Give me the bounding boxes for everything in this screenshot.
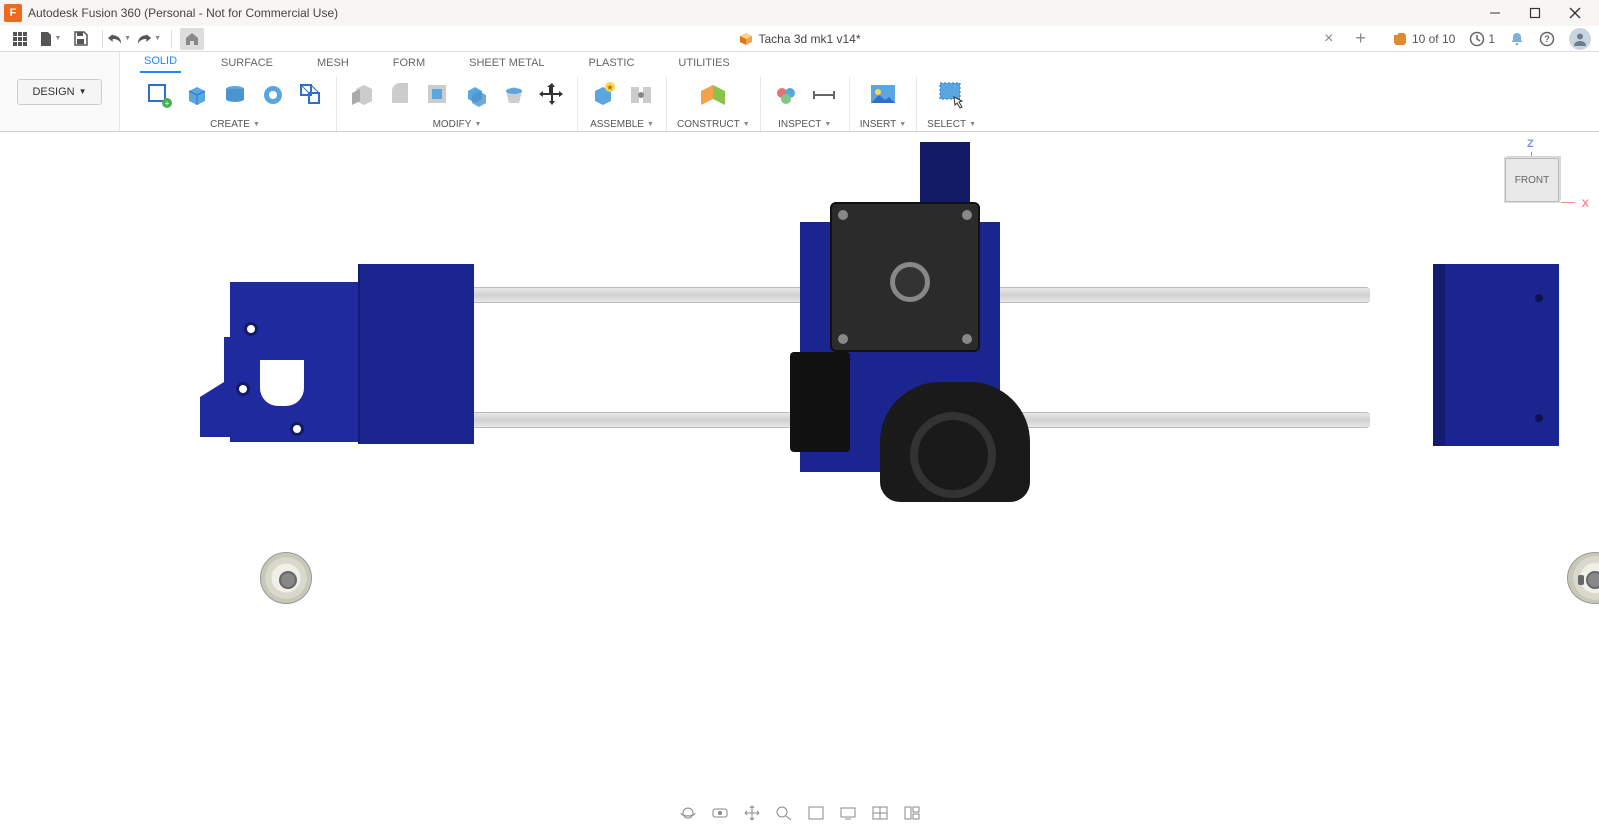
redo-button[interactable]: ▼ [137,27,161,51]
display-settings-icon[interactable] [837,803,859,823]
app-title: Autodesk Fusion 360 (Personal - Not for … [28,6,338,20]
fit-icon[interactable] [805,803,827,823]
tab-surface[interactable]: SURFACE [217,54,277,73]
document-tab[interactable]: Tacha 3d mk1 v14* [738,32,860,46]
quick-access-toolbar: ▼ ▼ ▼ Tacha 3d mk1 v14* × + 10 of 10 1 ? [0,26,1599,52]
job-status-button[interactable]: 1 [1469,31,1495,47]
window-minimize-button[interactable] [1475,0,1515,26]
window-maximize-button[interactable] [1515,0,1555,26]
group-assemble: ★ ASSEMBLE▼ [578,77,667,131]
group-create: + CREATE▼ [134,77,337,131]
construct-plane-icon[interactable] [696,78,730,112]
tab-solid[interactable]: SOLID [140,52,181,73]
undo-button[interactable]: ▼ [107,27,131,51]
help-button[interactable]: ? [1539,31,1555,47]
tab-sheet-metal[interactable]: SHEET METAL [465,54,548,73]
workspace-switcher[interactable]: DESIGN▼ [17,79,101,105]
ribbon-tabs: SOLID SURFACE MESH FORM SHEET METAL PLAS… [120,52,1599,73]
navigation-bar [677,803,923,823]
app-icon: F [4,4,22,22]
new-tab-button[interactable]: + [1355,28,1366,49]
tab-form[interactable]: FORM [389,54,429,73]
group-inspect: INSPECT▼ [761,77,850,131]
grid-settings-icon[interactable] [869,803,891,823]
presspull-icon[interactable] [347,80,377,110]
tab-mesh[interactable]: MESH [313,54,353,73]
group-modify-label[interactable]: MODIFY▼ [433,117,482,131]
group-inspect-label[interactable]: INSPECT▼ [778,117,831,131]
data-panel-button[interactable] [8,27,32,51]
notifications-button[interactable] [1509,31,1525,47]
zoom-icon[interactable] [773,803,795,823]
measure-icon[interactable] [809,80,839,110]
sweep-icon[interactable] [258,80,288,110]
move-icon[interactable] [537,80,567,110]
loft-icon[interactable] [296,80,326,110]
joint-icon[interactable] [626,80,656,110]
title-bar: F Autodesk Fusion 360 (Personal - Not fo… [0,0,1599,26]
viewport[interactable]: Z FRONT X [0,132,1599,829]
orbit-icon[interactable] [677,803,699,823]
look-icon[interactable] [709,803,731,823]
file-menu-button[interactable]: ▼ [38,27,62,51]
combine-icon[interactable] [461,80,491,110]
svg-text:+: + [165,99,170,108]
insert-icon[interactable] [866,78,900,112]
group-construct-label[interactable]: CONSTRUCT▼ [677,117,750,131]
document-cube-icon [738,32,752,46]
group-select: SELECT▼ [917,77,986,131]
axis-z-label: Z [1527,138,1534,150]
model-render [230,152,1559,612]
document-name: Tacha 3d mk1 v14* [758,32,860,46]
svg-text:★: ★ [606,83,613,92]
group-insert: INSERT▼ [850,77,917,131]
ribbon: DESIGN▼ SOLID SURFACE MESH FORM SHEET ME… [0,52,1599,132]
revolve-icon[interactable] [220,80,250,110]
user-avatar[interactable] [1569,28,1591,50]
draft-icon[interactable] [499,80,529,110]
group-select-label[interactable]: SELECT▼ [927,117,976,131]
window-close-button[interactable] [1555,0,1595,26]
viewport-layout-icon[interactable] [901,803,923,823]
shell-icon[interactable] [423,80,453,110]
axis-x-label: X [1582,198,1589,210]
new-component-icon[interactable]: ★ [588,80,618,110]
select-icon[interactable] [935,78,969,112]
close-tab-button[interactable]: × [1324,30,1333,48]
tab-plastic[interactable]: PLASTIC [585,54,639,73]
group-assemble-label[interactable]: ASSEMBLE▼ [590,117,654,131]
inspect-icon[interactable] [771,80,801,110]
extrude-icon[interactable] [182,80,212,110]
group-insert-label[interactable]: INSERT▼ [860,117,906,131]
home-button[interactable] [180,28,204,50]
save-button[interactable] [68,27,92,51]
group-construct: CONSTRUCT▼ [667,77,761,131]
group-modify: MODIFY▼ [337,77,578,131]
fillet-icon[interactable] [385,80,415,110]
tab-utilities[interactable]: UTILITIES [674,54,733,73]
pan-icon[interactable] [741,803,763,823]
group-create-label[interactable]: CREATE▼ [210,117,260,131]
extensions-button[interactable]: 10 of 10 [1392,31,1455,47]
sketch-icon[interactable]: + [144,80,174,110]
svg-text:?: ? [1544,34,1550,44]
